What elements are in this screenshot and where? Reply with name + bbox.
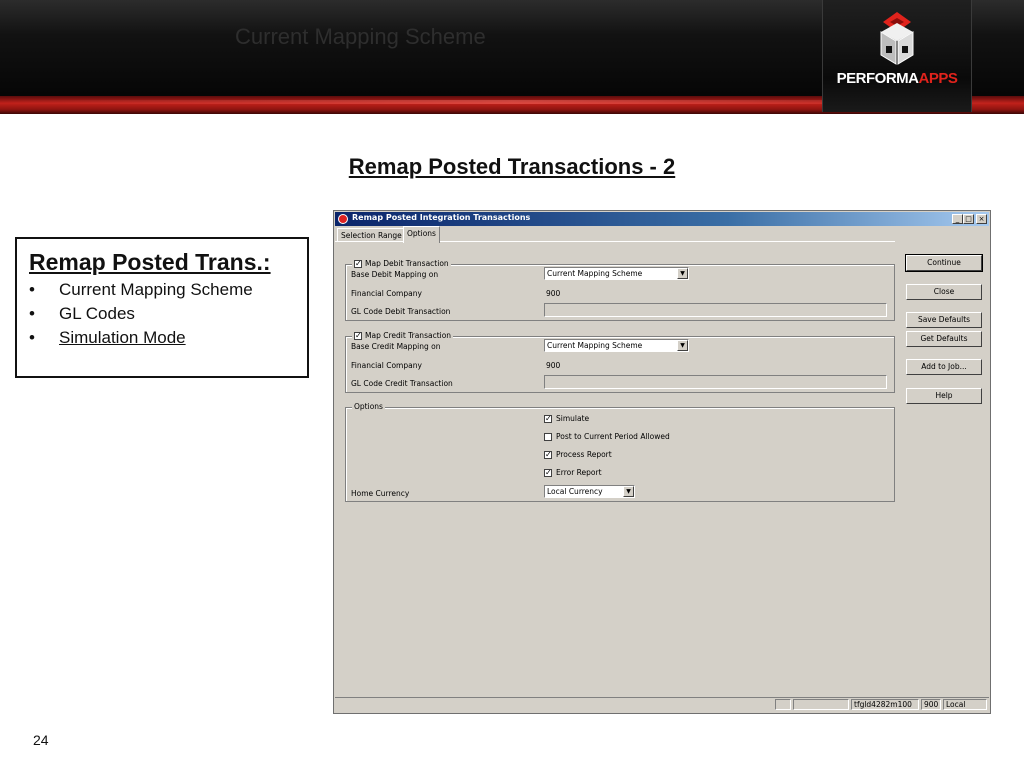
brand-main-text: PERFORMA <box>836 70 919 87</box>
post-current-period-row[interactable]: Post to Current Period Allowed <box>544 432 670 441</box>
gl-credit-label: GL Code Credit Transaction <box>351 379 453 388</box>
dialog-titlebar[interactable]: Remap Posted Integration Transactions _ … <box>335 212 989 226</box>
simulation-mode-link[interactable]: Simulation Mode <box>59 328 186 347</box>
maximize-icon[interactable]: □ <box>963 214 974 224</box>
home-currency-dropdown[interactable]: Local Currency ▼ <box>544 485 635 498</box>
error-report-label: Error Report <box>556 468 602 477</box>
home-currency-value: Local Currency <box>547 487 603 496</box>
simulate-label: Simulate <box>556 414 590 423</box>
performa-cube-logo-icon <box>880 12 914 65</box>
tab-selection-range[interactable]: Selection Range <box>337 228 406 242</box>
process-report-checkbox[interactable]: ✓ <box>544 450 552 459</box>
bullet-item[interactable]: • Simulation Mode <box>29 328 186 348</box>
debit-group-legend[interactable]: ✓ Map Debit Transaction <box>352 259 451 268</box>
error-report-row[interactable]: ✓ Error Report <box>544 468 602 477</box>
minimize-icon[interactable]: _ <box>952 214 963 224</box>
post-current-period-checkbox[interactable] <box>544 432 552 441</box>
simulate-checkbox[interactable]: ✓ <box>544 414 552 423</box>
error-report-checkbox[interactable]: ✓ <box>544 468 552 477</box>
base-debit-label: Base Debit Mapping on <box>351 270 439 279</box>
base-credit-value: Current Mapping Scheme <box>547 341 643 350</box>
bullet-text: GL Codes <box>59 304 135 323</box>
bullet-heading: Remap Posted Trans.: <box>29 249 271 275</box>
debit-group: ✓ Map Debit Transaction Base Debit Mappi… <box>345 259 895 321</box>
map-debit-checkbox[interactable]: ✓ <box>354 259 362 268</box>
gl-credit-field[interactable] <box>544 375 887 389</box>
remap-dialog-window: Remap Posted Integration Transactions _ … <box>333 210 991 714</box>
status-mode: Local <box>943 699 987 710</box>
chevron-down-icon[interactable]: ▼ <box>677 340 688 351</box>
credit-group-legend[interactable]: ✓ Map Credit Transaction <box>352 331 454 340</box>
options-group: Options ✓ Simulate Post to Current Perio… <box>345 402 895 502</box>
debit-company-label: Financial Company <box>351 289 422 298</box>
chevron-down-icon[interactable]: ▼ <box>677 268 688 279</box>
banner-title: Current Mapping Scheme <box>235 24 486 49</box>
close-icon[interactable]: × <box>976 214 987 224</box>
continue-button[interactable]: Continue <box>905 254 983 272</box>
gl-debit-field[interactable] <box>544 303 887 317</box>
options-group-legend: Options <box>352 402 385 411</box>
status-cell-empty <box>793 699 849 710</box>
map-credit-checkbox[interactable]: ✓ <box>354 331 362 340</box>
debit-company-value: 900 <box>546 289 561 298</box>
base-credit-label: Base Credit Mapping on <box>351 342 441 351</box>
bullet-box: Remap Posted Trans.: • Current Mapping Sc… <box>15 237 309 378</box>
gl-debit-label: GL Code Debit Transaction <box>351 307 451 316</box>
slide-title: Remap Posted Transactions - 2 <box>348 154 676 179</box>
close-button[interactable]: Close <box>906 284 982 300</box>
process-report-row[interactable]: ✓ Process Report <box>544 450 612 459</box>
get-defaults-button[interactable]: Get Defaults <box>906 331 982 347</box>
add-to-job-button[interactable]: Add to Job... <box>906 359 982 375</box>
bullet-item: • GL Codes <box>29 304 135 323</box>
status-bar: tfgld4282m100 900 Local <box>335 697 989 712</box>
map-debit-label: Map Debit Transaction <box>365 259 449 268</box>
simulate-row[interactable]: ✓ Simulate <box>544 414 589 423</box>
status-session: tfgld4282m100 <box>851 699 919 710</box>
tab-options[interactable]: Options <box>403 226 440 243</box>
home-currency-label: Home Currency <box>351 489 410 498</box>
page-number: 24 <box>33 732 49 748</box>
credit-group: ✓ Map Credit Transaction Base Credit Map… <box>345 331 895 393</box>
logo-panel: PERFORMAAPPS <box>822 0 972 112</box>
help-button[interactable]: Help <box>906 388 982 404</box>
base-credit-dropdown[interactable]: Current Mapping Scheme ▼ <box>544 339 689 352</box>
base-debit-value: Current Mapping Scheme <box>547 269 643 278</box>
status-company: 900 <box>921 699 941 710</box>
status-cell-empty <box>775 699 791 710</box>
save-defaults-button[interactable]: Save Defaults <box>906 312 982 328</box>
chevron-down-icon[interactable]: ▼ <box>623 486 634 497</box>
process-report-label: Process Report <box>556 450 612 459</box>
base-debit-dropdown[interactable]: Current Mapping Scheme ▼ <box>544 267 689 280</box>
post-current-period-label: Post to Current Period Allowed <box>556 432 670 441</box>
options-legend-label: Options <box>354 402 383 411</box>
app-icon <box>338 214 348 224</box>
bullet-text: Current Mapping Scheme <box>59 280 253 299</box>
brand-wordmark: PERFORMAAPPS <box>823 70 971 87</box>
credit-company-value: 900 <box>546 361 561 370</box>
map-credit-label: Map Credit Transaction <box>365 331 452 340</box>
brand-accent-text: APPS <box>918 70 958 87</box>
bullet-item: • Current Mapping Scheme <box>29 280 253 299</box>
dialog-title: Remap Posted Integration Transactions <box>352 213 531 222</box>
credit-company-label: Financial Company <box>351 361 422 370</box>
